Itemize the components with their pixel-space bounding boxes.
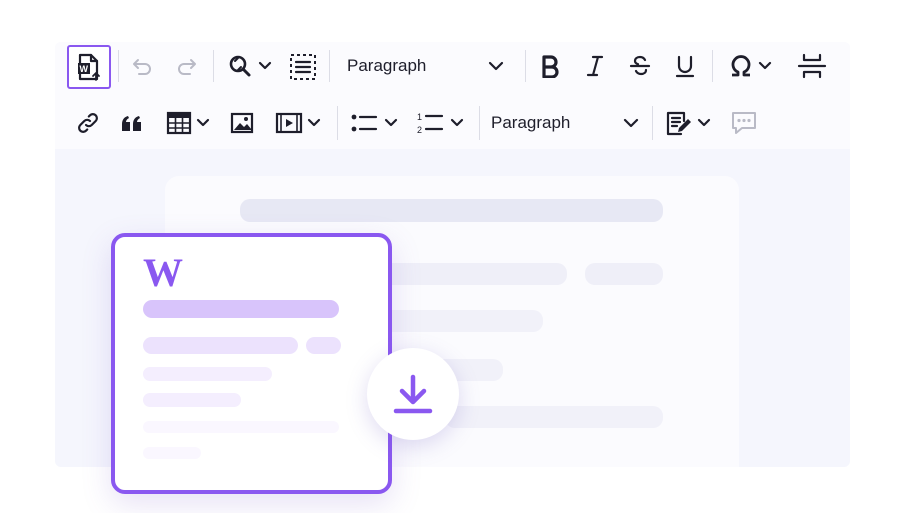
insert-table-button[interactable] — [161, 108, 215, 138]
insert-image-button[interactable] — [227, 108, 257, 138]
toolbar-separator — [479, 106, 480, 140]
bulleted-list-icon — [351, 114, 378, 132]
toolbar: W Paragraph 1 2 Paragraph — [55, 42, 850, 149]
find-replace-icon — [229, 55, 251, 77]
bold-button[interactable] — [535, 51, 565, 81]
redo-button[interactable] — [172, 51, 202, 81]
paragraph-dropdown-row1[interactable]: Paragraph — [337, 51, 512, 81]
image-icon — [230, 112, 254, 134]
link-button[interactable] — [73, 108, 103, 138]
text-placeholder — [240, 199, 663, 222]
chevron-down-icon — [758, 61, 772, 70]
svg-text:2: 2 — [417, 125, 422, 135]
underline-button[interactable] — [670, 51, 700, 81]
word-document-card: W — [111, 233, 392, 494]
special-characters-button[interactable] — [722, 51, 778, 81]
download-badge — [367, 348, 459, 440]
chevron-down-icon — [258, 61, 272, 70]
toolbar-separator — [213, 50, 214, 82]
toolbar-separator — [525, 50, 526, 82]
link-icon — [78, 113, 98, 133]
chevron-down-icon — [196, 118, 210, 127]
svg-text:W: W — [80, 64, 89, 74]
comment-icon — [732, 112, 756, 134]
strikethrough-icon — [629, 55, 651, 76]
omega-icon — [731, 55, 751, 77]
track-changes-button[interactable] — [659, 108, 717, 138]
paragraph-dropdown-row2[interactable]: Paragraph — [483, 108, 647, 138]
paragraph-dropdown-label: Paragraph — [491, 113, 571, 132]
svg-text:1: 1 — [417, 112, 422, 122]
toolbar-separator — [118, 50, 119, 82]
chevron-down-icon — [488, 61, 504, 71]
undo-button[interactable] — [127, 51, 157, 81]
strikethrough-button[interactable] — [625, 51, 655, 81]
toolbar-separator — [712, 50, 713, 82]
text-placeholder — [143, 337, 298, 354]
toolbar-separator — [337, 106, 338, 140]
text-placeholder — [585, 263, 663, 285]
insert-media-button[interactable] — [271, 108, 325, 138]
toolbar-separator — [329, 50, 330, 82]
bold-icon — [542, 55, 559, 78]
toolbar-separator — [652, 106, 653, 140]
numbered-list-icon: 1 2 — [417, 112, 444, 135]
download-icon — [393, 374, 433, 414]
import-word-button[interactable]: W — [67, 45, 111, 89]
word-logo: W — [143, 250, 183, 295]
page-break-button[interactable] — [792, 51, 832, 81]
find-replace-button[interactable] — [221, 51, 277, 81]
chevron-down-icon — [384, 118, 398, 127]
word-file-icon: W — [78, 53, 100, 81]
chevron-down-icon — [623, 118, 639, 128]
blockquote-button[interactable] — [117, 108, 147, 138]
italic-button[interactable] — [580, 51, 610, 81]
quote-icon — [122, 116, 141, 131]
text-placeholder — [306, 337, 341, 354]
text-placeholder — [445, 406, 663, 428]
page-break-icon — [797, 53, 827, 79]
undo-icon — [133, 59, 151, 75]
table-icon — [166, 111, 192, 135]
chevron-down-icon — [307, 118, 321, 127]
text-placeholder — [143, 447, 201, 459]
paragraph-dropdown-label: Paragraph — [347, 56, 427, 75]
numbered-list-button[interactable]: 1 2 — [411, 108, 469, 138]
redo-icon — [178, 59, 196, 75]
text-placeholder — [143, 393, 241, 407]
select-all-button[interactable] — [287, 51, 319, 83]
underline-icon — [675, 55, 695, 78]
bulleted-list-button[interactable] — [345, 108, 403, 138]
video-icon — [275, 112, 303, 134]
text-placeholder — [143, 367, 272, 381]
italic-icon — [586, 55, 604, 77]
chevron-down-icon — [450, 118, 464, 127]
text-placeholder — [143, 421, 339, 433]
comment-button[interactable] — [727, 108, 761, 138]
edit-document-icon — [666, 111, 691, 136]
chevron-down-icon — [697, 118, 711, 127]
select-all-icon — [290, 54, 316, 80]
text-placeholder — [143, 300, 339, 318]
